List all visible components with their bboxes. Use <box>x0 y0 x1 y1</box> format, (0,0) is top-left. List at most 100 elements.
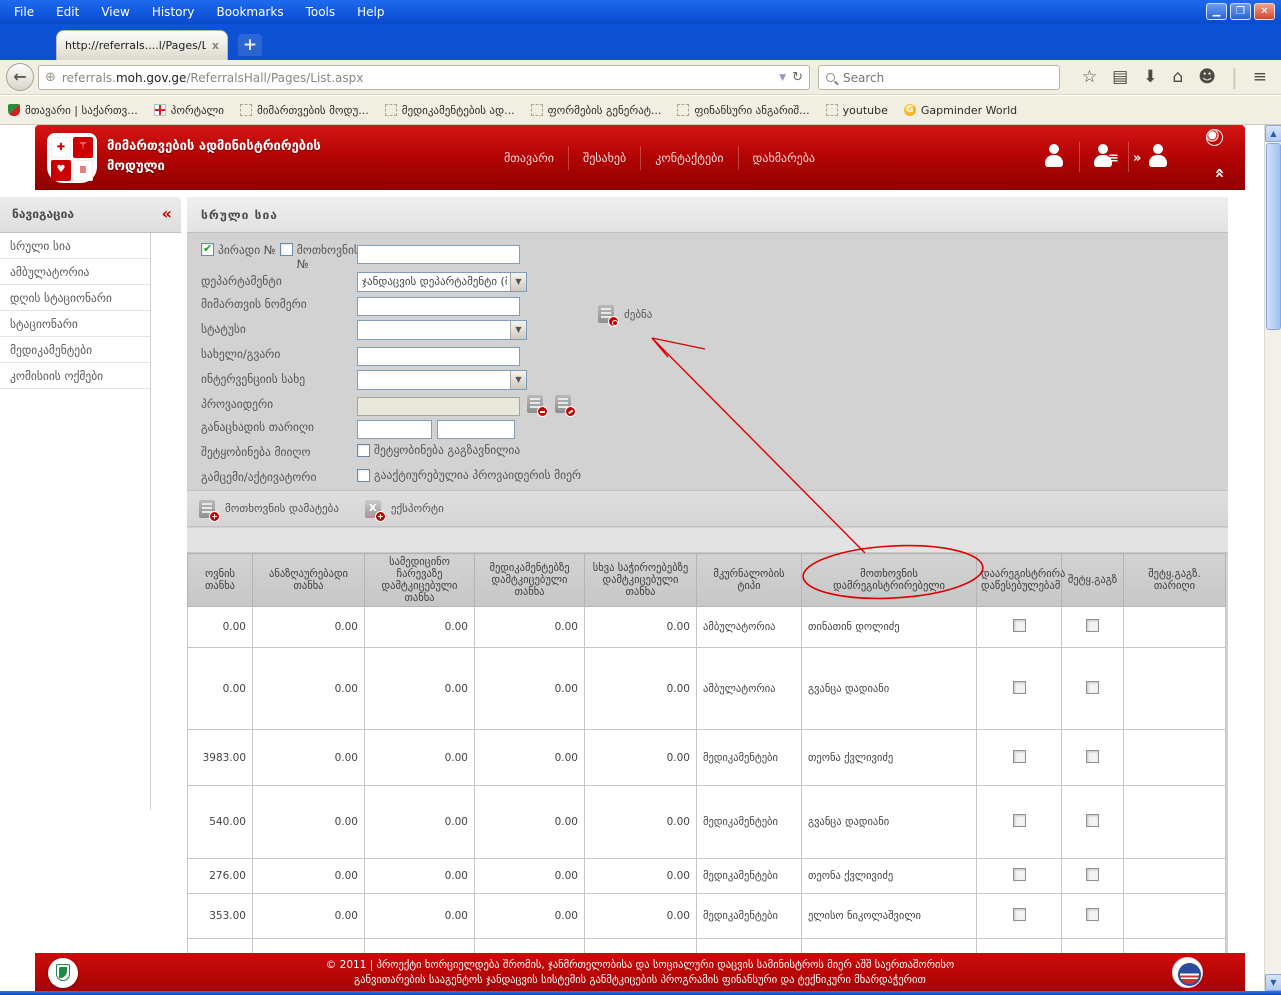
chat-icon[interactable]: ☻ <box>1198 63 1216 91</box>
request-no-checkbox[interactable] <box>280 243 293 256</box>
scroll-down-icon[interactable]: ▼ <box>1265 974 1281 991</box>
new-tab-button[interactable]: + <box>238 34 262 56</box>
maximize-button[interactable]: ❐ <box>1230 3 1251 20</box>
sidebar-item[interactable]: კომისიის ოქმები <box>0 363 150 389</box>
row-checkbox[interactable] <box>1086 681 1099 694</box>
column-header[interactable]: მოთხოვნის დამრეგისტრირებელი <box>802 554 977 607</box>
amount-cell: 0.00 <box>365 859 475 894</box>
column-header[interactable]: მედიკამენტებზე დამტკიცებული თანხა <box>475 554 585 607</box>
profile-icon[interactable] <box>1033 139 1077 175</box>
bookmark-star-icon[interactable]: ☆ <box>1082 63 1097 91</box>
menu-file[interactable]: File <box>14 5 34 19</box>
row-checkbox[interactable] <box>1086 619 1099 632</box>
sidebar-item[interactable]: სრული სია <box>0 233 150 259</box>
column-header[interactable]: მკურნალობის ტიპი <box>697 554 802 607</box>
bookmark-item[interactable]: მედიკამენტების ად... <box>385 104 515 117</box>
row-checkbox[interactable] <box>1086 750 1099 763</box>
sidebar-item[interactable]: სტაციონარი <box>0 311 150 337</box>
downloads-icon[interactable]: ⬇ <box>1143 63 1157 91</box>
row-checkbox[interactable] <box>1013 681 1026 694</box>
column-header[interactable]: სხვა საჭიროებებზე დამტკიცებული თანხა <box>585 554 697 607</box>
header-nav-4[interactable]: დახმარება <box>739 145 830 171</box>
export-button[interactable]: X+ ექსპორტი <box>365 500 444 518</box>
header-nav-1[interactable]: მთავარი <box>490 145 568 171</box>
header-nav-2[interactable]: შესახებ <box>569 145 640 171</box>
language-globe-icon[interactable] <box>1206 129 1223 146</box>
home-icon[interactable]: ⌂ <box>1172 63 1183 91</box>
table-row: 3983.000.000.000.000.00მედიკამენტებითეონ… <box>188 730 1226 786</box>
number-input[interactable] <box>357 245 520 264</box>
status-select[interactable]: ▼ <box>357 320 527 340</box>
column-header[interactable]: სამედიცინო ჩარევაზე დამტკიცებული თანხა <box>365 554 475 607</box>
date-to-input[interactable] <box>437 420 515 439</box>
bookmark-item[interactable]: მიმართვების მოდუ... <box>240 104 369 117</box>
provider-clear-icon[interactable] <box>555 395 571 413</box>
amount-cell: 0.00 <box>475 939 585 954</box>
reload-icon[interactable]: ↻ <box>792 70 803 85</box>
bookmark-item[interactable]: მთავარი | საქართვ... <box>8 104 138 117</box>
bookmark-item[interactable]: ფორმების გენერატ... <box>531 104 662 117</box>
activated-by-provider-checkbox[interactable] <box>357 469 370 482</box>
menu-hamburger-icon[interactable]: ≡ <box>1253 63 1267 91</box>
menu-view[interactable]: View <box>101 5 129 19</box>
user-list-icon[interactable]: ≡ <box>1082 139 1126 175</box>
referral-number-input[interactable] <box>357 297 520 316</box>
bookmark-item[interactable]: youtube <box>826 104 888 117</box>
department-select[interactable]: ჯანდაცვის დეპარტამენტი (მე▼ <box>357 272 527 292</box>
name-surname-input[interactable] <box>357 347 520 366</box>
row-checkbox[interactable] <box>1086 908 1099 921</box>
close-button[interactable]: ✕ <box>1254 3 1275 20</box>
back-button[interactable]: ← <box>6 63 34 91</box>
column-header[interactable]: ოვნის თანხა <box>188 554 253 607</box>
search-box[interactable] <box>818 65 1060 90</box>
row-checkbox[interactable] <box>1013 868 1026 881</box>
search-button[interactable]: ძებნა <box>598 305 652 323</box>
browser-tab[interactable]: http://referrals....l/Pages/List.aspx x <box>56 30 228 60</box>
notification-date-cell <box>1124 607 1226 648</box>
logout-icon[interactable]: » <box>1131 139 1175 175</box>
bookmarks-list-icon[interactable]: ▤ <box>1112 63 1128 91</box>
sidebar-item[interactable]: მედიკამენტები <box>0 337 150 363</box>
menu-edit[interactable]: Edit <box>56 5 79 19</box>
intervention-select[interactable]: ▼ <box>357 370 527 390</box>
row-checkbox[interactable] <box>1086 868 1099 881</box>
column-header[interactable]: შეტყ.გაგზ. თარიღი <box>1124 554 1226 607</box>
row-checkbox[interactable] <box>1013 750 1026 763</box>
notification-sent-cell <box>1062 859 1124 894</box>
sidebar-item[interactable]: ამბულატორია <box>0 259 150 285</box>
column-header[interactable]: ანაზღაურებადი თანხა <box>253 554 365 607</box>
menu-bookmarks[interactable]: Bookmarks <box>217 5 284 19</box>
collapse-header-icon[interactable]: « <box>1210 168 1230 179</box>
menu-history[interactable]: History <box>152 5 195 19</box>
bookmark-item[interactable]: ფინანსური ანგარიშ... <box>677 104 809 117</box>
menu-help[interactable]: Help <box>357 5 384 19</box>
sidebar-item[interactable]: დღის სტაციონარი <box>0 285 150 311</box>
header-nav-3[interactable]: კონტაქტები <box>641 145 737 171</box>
date-from-input[interactable] <box>357 420 432 439</box>
add-request-button[interactable]: + მოთხოვნის დამატება <box>199 500 339 518</box>
personal-no-checkbox[interactable] <box>201 243 214 256</box>
notification-sent-checkbox[interactable] <box>357 444 370 457</box>
search-input[interactable] <box>841 70 1052 86</box>
scroll-up-icon[interactable]: ▲ <box>1265 125 1281 142</box>
bookmark-item[interactable]: პორტალი <box>154 104 224 117</box>
bookmark-item[interactable]: GGapminder World <box>904 104 1017 117</box>
provider-pick-icon[interactable] <box>527 395 543 413</box>
menu-tools[interactable]: Tools <box>306 5 336 19</box>
minimize-button[interactable]: ▁ <box>1206 3 1227 20</box>
row-checkbox[interactable] <box>1086 814 1099 827</box>
scrollbar-thumb[interactable] <box>1266 143 1281 330</box>
row-checkbox[interactable] <box>1013 814 1026 827</box>
amount-cell: 0.00 <box>253 730 365 786</box>
url-bar[interactable]: ⊕ referrals.moh.gov.ge/ReferralsHall/Pag… <box>38 65 810 90</box>
column-header[interactable]: დაარეგისტრირა დაწესებულებამ <box>977 554 1062 607</box>
search-icon <box>826 73 835 82</box>
sidebar-collapse-icon[interactable]: « <box>162 204 172 223</box>
department-label: დეპარტამენტი <box>201 274 282 288</box>
vertical-scrollbar[interactable]: ▲ ▼ <box>1264 125 1281 991</box>
column-header[interactable]: შეტყ.გაგზ <box>1062 554 1124 607</box>
url-dropdown-icon[interactable]: ▼ <box>779 73 786 83</box>
tab-close-icon[interactable]: x <box>212 39 219 52</box>
row-checkbox[interactable] <box>1013 908 1026 921</box>
row-checkbox[interactable] <box>1013 619 1026 632</box>
